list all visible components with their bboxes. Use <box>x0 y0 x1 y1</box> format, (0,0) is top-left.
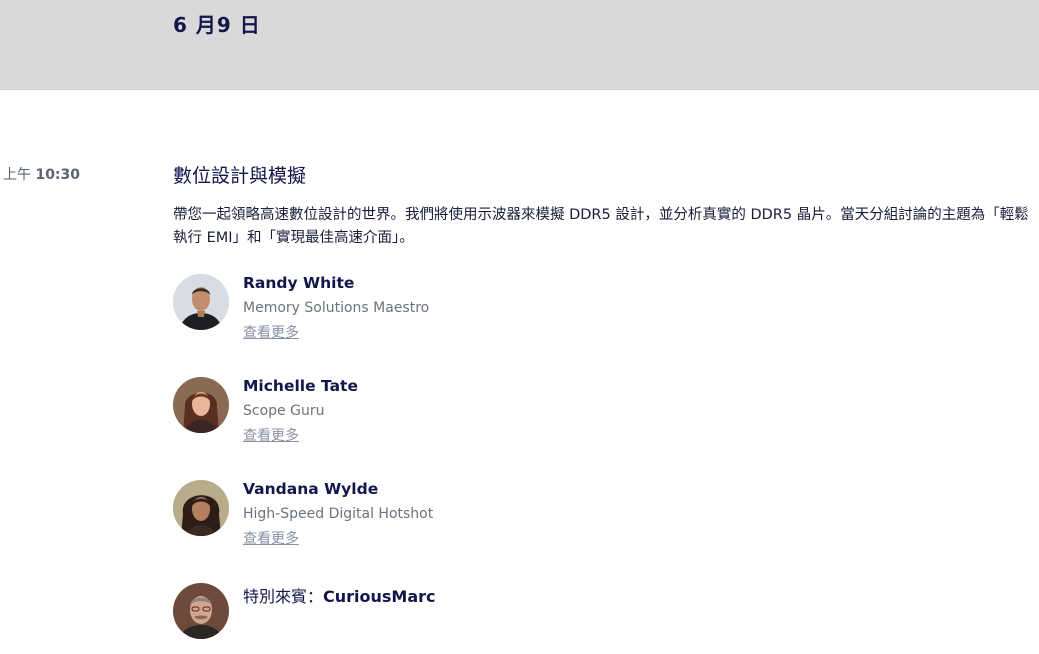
speaker-card: Randy White Memory Solutions Maestro 查看更… <box>173 274 773 341</box>
speaker-name: Randy White <box>243 274 355 292</box>
date-title: 6 月9 日 <box>173 13 261 37</box>
session-description: 帶您一起領略高速數位設計的世界。我們將使用示波器來模擬 DDR5 設計，並分析真… <box>173 207 1029 246</box>
guest-name: CuriousMarc <box>323 587 436 606</box>
speaker-name: Michelle Tate <box>243 377 358 395</box>
session-time-value: 10:30 <box>35 167 81 183</box>
speaker-role: High-Speed Digital Hotshot <box>243 506 434 522</box>
speaker-avatar <box>173 274 229 330</box>
see-more-link[interactable]: 查看更多 <box>243 425 299 445</box>
speaker-role: Memory Solutions Maestro <box>243 300 430 316</box>
see-more-link[interactable]: 查看更多 <box>243 528 299 548</box>
speaker-card: Michelle Tate Scope Guru 查看更多 <box>173 377 773 444</box>
speaker-avatar <box>173 480 229 536</box>
guest-avatar <box>173 583 229 639</box>
see-more-link[interactable]: 查看更多 <box>243 322 299 342</box>
speaker-card: Vandana Wylde High-Speed Digital Hotshot… <box>173 480 773 547</box>
session-block: 數位設計與模擬 帶您一起領略高速數位設計的世界。我們將使用示波器來模擬 DDR5… <box>173 163 1033 250</box>
speaker-role: Scope Guru <box>243 403 325 419</box>
session-time: 上午 10:30 <box>3 164 80 184</box>
guest-line: 特別來賓：CuriousMarc <box>243 583 436 607</box>
speaker-avatar <box>173 377 229 433</box>
guest-prefix: 特別來賓： <box>243 587 324 606</box>
session-time-prefix: 上午 <box>3 167 36 183</box>
date-header: 6 月9 日 <box>0 0 1039 90</box>
session-title: 數位設計與模擬 <box>173 165 307 187</box>
speaker-name: Vandana Wylde <box>243 480 379 498</box>
guest-card: 特別來賓：CuriousMarc <box>173 583 773 643</box>
